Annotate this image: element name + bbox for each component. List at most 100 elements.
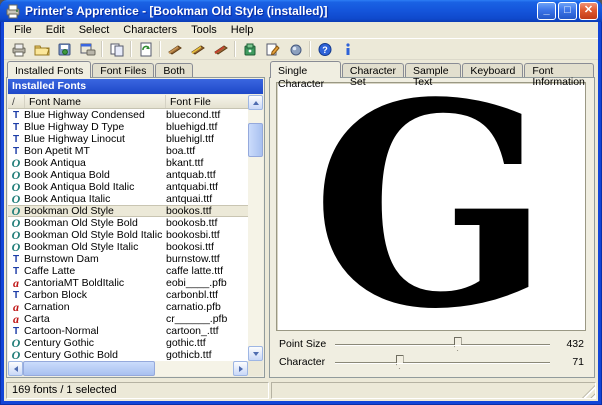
font-file-cell: antquabi.ttf [166, 181, 248, 193]
status-bar: 169 fonts / 1 selected [4, 380, 598, 401]
character-row: Character 71 [279, 354, 584, 370]
font-row[interactable]: O Century Gothic Bold gothicb.ttf [8, 349, 248, 361]
scroll-down-icon[interactable] [248, 346, 263, 361]
scroll-left-icon[interactable] [8, 361, 23, 376]
font-name-cell: Book Antiqua Bold [24, 169, 166, 181]
font-list: / Font Name Font File T Blue Highway Con… [8, 95, 263, 376]
about-icon[interactable] [336, 39, 359, 59]
font-file-cell: bluehigd.ttf [166, 121, 248, 133]
font-name-cell: CantoriaMT BoldItalic [24, 277, 166, 289]
app-icon [5, 3, 21, 19]
font-row[interactable]: O Bookman Old Style Bold bookosb.ttf [8, 217, 248, 229]
install-fonts-icon[interactable] [238, 39, 261, 59]
font-file-column-header[interactable]: Font File [166, 95, 248, 108]
horizontal-scroll-thumb[interactable] [23, 361, 155, 376]
font-name-cell: Blue Highway D Type [24, 121, 166, 133]
font-row[interactable]: O Century Gothic gothic.ttf [8, 337, 248, 349]
font-name-cell: Blue Highway Condensed [24, 109, 166, 121]
font-row[interactable]: a Carta cr______.pfb [8, 313, 248, 325]
font-name-cell: Bookman Old Style [24, 205, 166, 217]
menu-help[interactable]: Help [224, 23, 261, 37]
tab-font-information[interactable]: Font Information [524, 63, 594, 77]
print-icon[interactable] [7, 39, 30, 59]
refresh-icon[interactable] [134, 39, 157, 59]
resize-grip[interactable] [582, 385, 595, 398]
font-row[interactable]: T Carbon Block carbonbl.ttf [8, 289, 248, 301]
svg-text:?: ? [322, 45, 328, 55]
font-row[interactable]: T Blue Highway Condensed bluecond.ttf [8, 109, 248, 121]
close-button[interactable]: ✕ [579, 2, 598, 20]
menu-edit[interactable]: Edit [39, 23, 72, 37]
tab-installed-fonts[interactable]: Installed Fonts [7, 61, 91, 78]
edit-sample-icon[interactable] [261, 39, 284, 59]
font-type-icon: O [8, 194, 24, 205]
horizontal-scrollbar[interactable] [8, 361, 248, 376]
font-row[interactable]: T Burnstown Dam burnstow.ttf [8, 253, 248, 265]
specimen-booklet-icon[interactable] [186, 39, 209, 59]
scroll-up-icon[interactable] [248, 95, 263, 110]
specimen-book-icon[interactable] [163, 39, 186, 59]
font-name-cell: Blue Highway Linocut [24, 133, 166, 145]
font-row[interactable]: O Bookman Old Style Bold Italic bookosbi… [8, 229, 248, 241]
specimen-sheet-icon[interactable] [209, 39, 232, 59]
font-row[interactable]: O Bookman Old Style Italic bookosi.ttf [8, 241, 248, 253]
font-file-cell: bluecond.ttf [166, 109, 248, 121]
font-row[interactable]: T Caffe Latte caffe latte.ttf [8, 265, 248, 277]
copy-icon[interactable] [105, 39, 128, 59]
title-bar[interactable]: Printer's Apprentice - [Bookman Old Styl… [0, 0, 602, 22]
print-setup-icon[interactable] [76, 39, 99, 59]
font-name-column-header[interactable]: Font Name [25, 95, 166, 108]
toolbar-separator [101, 41, 103, 57]
font-row[interactable]: a Carnation carnatio.pfb [8, 301, 248, 313]
help-icon[interactable]: ? [313, 39, 336, 59]
vertical-scrollbar[interactable] [248, 95, 263, 361]
font-row[interactable]: O Book Antiqua Bold antquab.ttf [8, 169, 248, 181]
view-options-icon[interactable] [284, 39, 307, 59]
menu-characters[interactable]: Characters [116, 23, 184, 37]
font-row[interactable]: O Book Antiqua bkant.ttf [8, 157, 248, 169]
font-row[interactable]: a CantoriaMT BoldItalic eobi____.pfb [8, 277, 248, 289]
font-file-cell: cr______.pfb [166, 313, 248, 325]
font-file-cell: cartoon_.ttf [166, 325, 248, 337]
sort-column-header[interactable]: / [8, 95, 25, 108]
tab-single-character[interactable]: Single Character [270, 61, 341, 78]
maximize-button[interactable]: □ [558, 2, 577, 20]
font-row[interactable]: O Book Antiqua Bold Italic antquabi.ttf [8, 181, 248, 193]
font-name-cell: Carnation [24, 301, 166, 313]
point-size-slider[interactable] [335, 336, 550, 352]
font-file-cell: antquai.ttf [166, 193, 248, 205]
font-row[interactable]: T Bon Apetit MT boa.ttf [8, 145, 248, 157]
menu-file[interactable]: File [7, 23, 39, 37]
tab-font-files[interactable]: Font Files [92, 63, 154, 77]
minimize-button[interactable]: _ [537, 2, 556, 20]
menu-select[interactable]: Select [72, 23, 117, 37]
tab-sample-text[interactable]: Sample Text [405, 63, 461, 77]
character-thumb[interactable] [396, 355, 404, 369]
point-size-thumb[interactable] [454, 337, 462, 351]
character-slider[interactable] [335, 354, 550, 370]
tab-keyboard[interactable]: Keyboard [462, 63, 523, 77]
font-type-icon: O [8, 338, 24, 349]
scroll-right-icon[interactable] [233, 361, 248, 376]
export-icon[interactable] [53, 39, 76, 59]
font-row[interactable]: O Bookman Old Style bookos.ttf [8, 205, 248, 217]
menu-tools[interactable]: Tools [184, 23, 224, 37]
open-folder-icon[interactable] [30, 39, 53, 59]
font-file-cell: antquab.ttf [166, 169, 248, 181]
font-type-icon: T [8, 134, 24, 145]
font-row[interactable]: T Cartoon-Normal cartoon_.ttf [8, 325, 248, 337]
font-file-cell: bookosbi.ttf [166, 229, 248, 241]
font-file-cell: bookosi.ttf [166, 241, 248, 253]
vertical-scroll-thumb[interactable] [248, 123, 263, 157]
font-type-icon: O [8, 350, 24, 361]
font-type-icon: T [8, 290, 24, 301]
font-type-icon: a [8, 302, 24, 313]
font-row[interactable]: T Blue Highway D Type bluehigd.ttf [8, 121, 248, 133]
font-row[interactable]: O Book Antiqua Italic antquai.ttf [8, 193, 248, 205]
app-window: Printer's Apprentice - [Bookman Old Styl… [0, 0, 602, 405]
font-file-cell: gothic.ttf [166, 337, 248, 349]
status-spacer [271, 382, 596, 399]
tab-character-set[interactable]: Character Set [342, 63, 404, 77]
tab-both[interactable]: Both [155, 63, 193, 77]
font-row[interactable]: T Blue Highway Linocut bluehigl.ttf [8, 133, 248, 145]
